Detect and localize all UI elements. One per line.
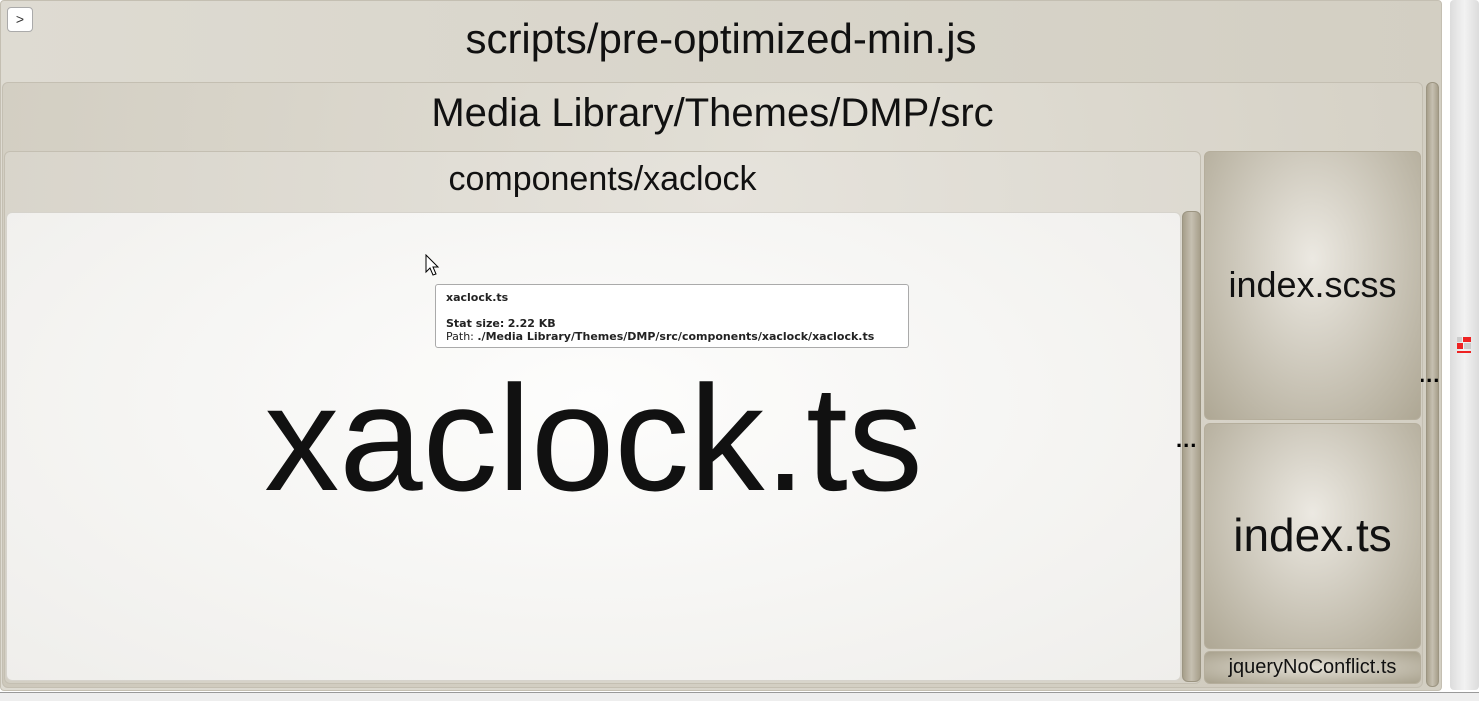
treemap-node-xaclock[interactable]: xaclock.ts — [6, 212, 1181, 681]
ellipsis-label: ... — [1419, 362, 1441, 387]
node-title: Media Library/Themes/DMP/src — [431, 91, 994, 135]
node-title: jqueryNoConflict.ts — [1228, 656, 1397, 678]
tooltip: xaclock.ts Stat size: 2.22 KB Path: ./Me… — [435, 284, 909, 348]
mouse-cursor-icon — [425, 254, 440, 276]
node-title: components/xaclock — [448, 160, 757, 198]
sidebar-toggle-button[interactable]: > — [7, 7, 33, 32]
treemap-node-jquery[interactable]: jqueryNoConflict.ts — [1204, 651, 1421, 684]
node-title: index.ts — [1233, 509, 1392, 561]
ellipsis-label: ... — [1176, 427, 1198, 452]
tooltip-path-value: ./Media Library/Themes/DMP/src/component… — [477, 330, 875, 343]
tooltip-stat-label: Stat size: — [446, 317, 505, 330]
treemap-node-index-ts[interactable]: index.ts — [1204, 423, 1421, 649]
node-title: scripts/pre-optimized-min.js — [465, 15, 977, 62]
logo-icon — [1457, 337, 1471, 353]
node-title: xaclock.ts — [264, 354, 923, 522]
tooltip-stat-value: 2.22 KB — [507, 317, 556, 330]
node-title: index.scss — [1228, 264, 1397, 305]
tooltip-path-label: Path: — [446, 330, 474, 343]
treemap-node-index-scss[interactable]: index.scss — [1204, 151, 1421, 420]
sidebar-collapsed[interactable] — [1450, 0, 1479, 690]
tooltip-name: xaclock.ts — [446, 291, 509, 304]
